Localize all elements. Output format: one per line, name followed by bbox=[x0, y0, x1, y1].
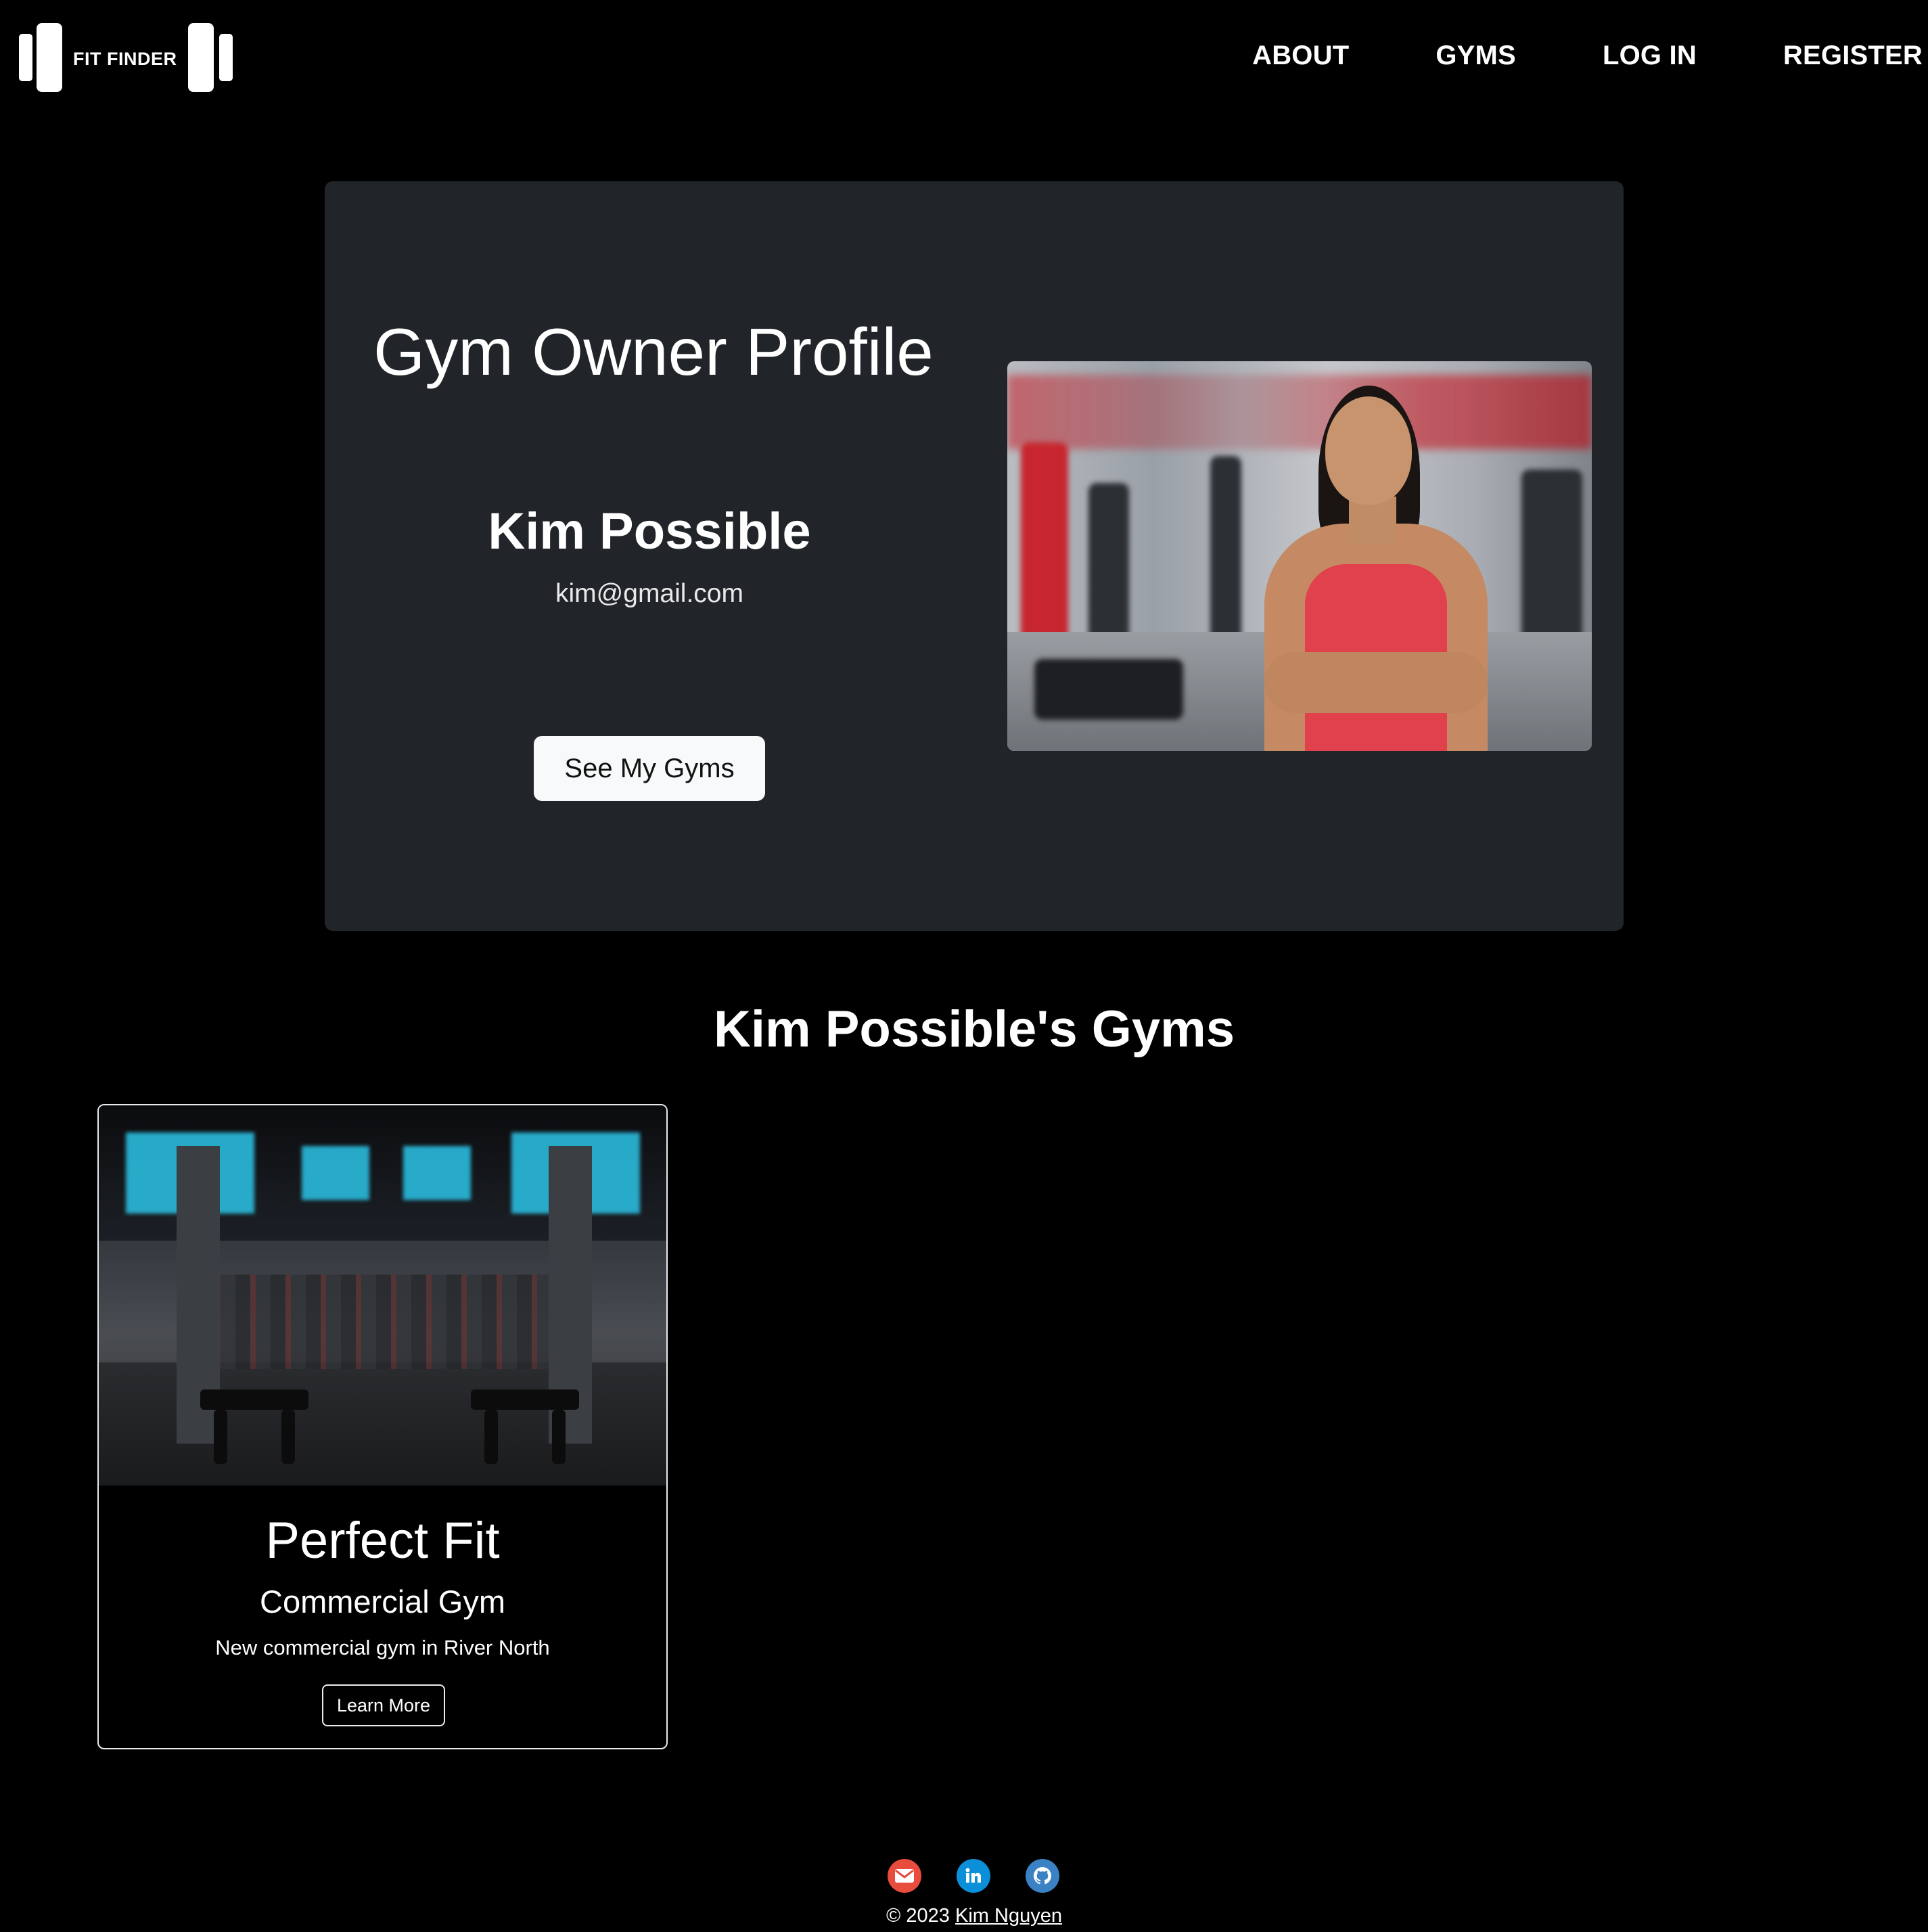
owner-name: Kim Possible bbox=[488, 503, 811, 560]
learn-more-button[interactable]: Learn More bbox=[322, 1684, 445, 1726]
dumbbell-right-plate bbox=[188, 23, 214, 92]
author-link[interactable]: Kim Nguyen bbox=[955, 1905, 1062, 1927]
nav-register-link[interactable]: REGISTER bbox=[1783, 41, 1923, 71]
page: FIT FINDER ABOUT GYMS LOG IN REGISTER Gy… bbox=[0, 0, 1928, 1932]
linkedin-icon[interactable] bbox=[957, 1859, 990, 1893]
navbar: FIT FINDER ABOUT GYMS LOG IN REGISTER bbox=[0, 0, 1928, 118]
owner-photo bbox=[1007, 361, 1592, 751]
gym-photo bbox=[99, 1105, 666, 1486]
nav-gyms-link[interactable]: GYMS bbox=[1436, 41, 1516, 71]
gym-description: New commercial gym in River North bbox=[215, 1636, 550, 1659]
brand-logo[interactable]: FIT FINDER bbox=[19, 23, 235, 93]
footer-social-icons bbox=[888, 1859, 1059, 1893]
profile-card: Gym Owner Profile Kim Possible kim@gmail… bbox=[325, 181, 1624, 931]
gyms-section-heading: Kim Possible's Gyms bbox=[714, 1001, 1235, 1058]
gym-type: Commercial Gym bbox=[260, 1584, 505, 1619]
email-icon[interactable] bbox=[888, 1859, 921, 1893]
owner-email: kim@gmail.com bbox=[555, 579, 743, 608]
page-title: Gym Owner Profile bbox=[373, 315, 934, 389]
github-icon[interactable] bbox=[1026, 1859, 1059, 1893]
nav-login-link[interactable]: LOG IN bbox=[1603, 41, 1697, 71]
dumbbell-left-plate bbox=[37, 23, 62, 92]
footer-copyright: © 2023 Kim Nguyen bbox=[0, 1905, 1928, 1927]
brand-name: FIT FINDER bbox=[73, 49, 177, 69]
nav-links: ABOUT GYMS LOG IN REGISTER bbox=[1252, 41, 1923, 71]
see-my-gyms-button[interactable]: See My Gyms bbox=[534, 736, 765, 801]
copyright-text: © 2023 bbox=[886, 1905, 950, 1927]
dumbbell-right-plate-small bbox=[219, 34, 233, 81]
nav-about-link[interactable]: ABOUT bbox=[1252, 41, 1349, 71]
gym-name: Perfect Fit bbox=[265, 1512, 500, 1569]
dumbbell-left-plate-small bbox=[19, 34, 32, 81]
gym-card: Perfect Fit Commercial Gym New commercia… bbox=[97, 1104, 668, 1749]
